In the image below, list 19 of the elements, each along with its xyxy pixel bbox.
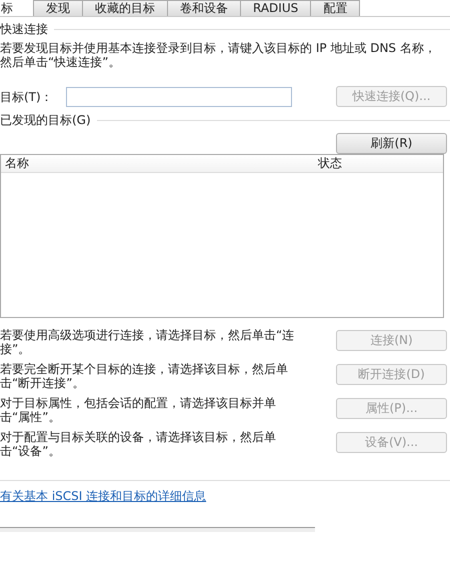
section-title: 已发现的目标(G) — [0, 112, 91, 129]
instruction-text: 若要使用高级选项进行连接，请选择目标，然后单击“连接”。 — [0, 328, 296, 356]
column-header[interactable]: 名称 — [1, 155, 314, 172]
tab[interactable]: 收藏的目标 — [82, 0, 168, 16]
instruction-text: 对于目标属性，包括会话的配置，请选择该目标并单击“属性”。 — [0, 396, 277, 424]
instruction-text: 若要完全断开某个目标的连接，请选择该目标，然后单击“断开连接”。 — [0, 362, 289, 390]
refresh-button[interactable]: 刷新(R) — [336, 133, 447, 154]
target-input-field[interactable] — [66, 86, 292, 106]
target-list[interactable]: 名称 状态 — [0, 154, 444, 318]
tab[interactable]: 配置 — [310, 0, 360, 16]
tab[interactable]: 卷和设备 — [167, 0, 241, 16]
help-link[interactable]: 有关基本 iSCSI 连接和目标的详细信息 — [0, 487, 206, 505]
tab[interactable]: RADIUS — [240, 0, 312, 16]
column-header[interactable]: 状态 — [314, 155, 346, 172]
section-title: 快速连接 — [0, 21, 48, 38]
description-text: 若要发现目标并使用基本连接登录到目标，请键入该目标的 IP 地址或 DNS 名称，然后单击“快速连接”。 — [0, 41, 437, 69]
tab[interactable]: 发现 — [33, 0, 83, 16]
target-label: 目标(T)： — [0, 88, 53, 106]
instruction-text: 对于配置与目标关联的设备，请选择该目标，然后单击“设备”。 — [0, 430, 277, 458]
